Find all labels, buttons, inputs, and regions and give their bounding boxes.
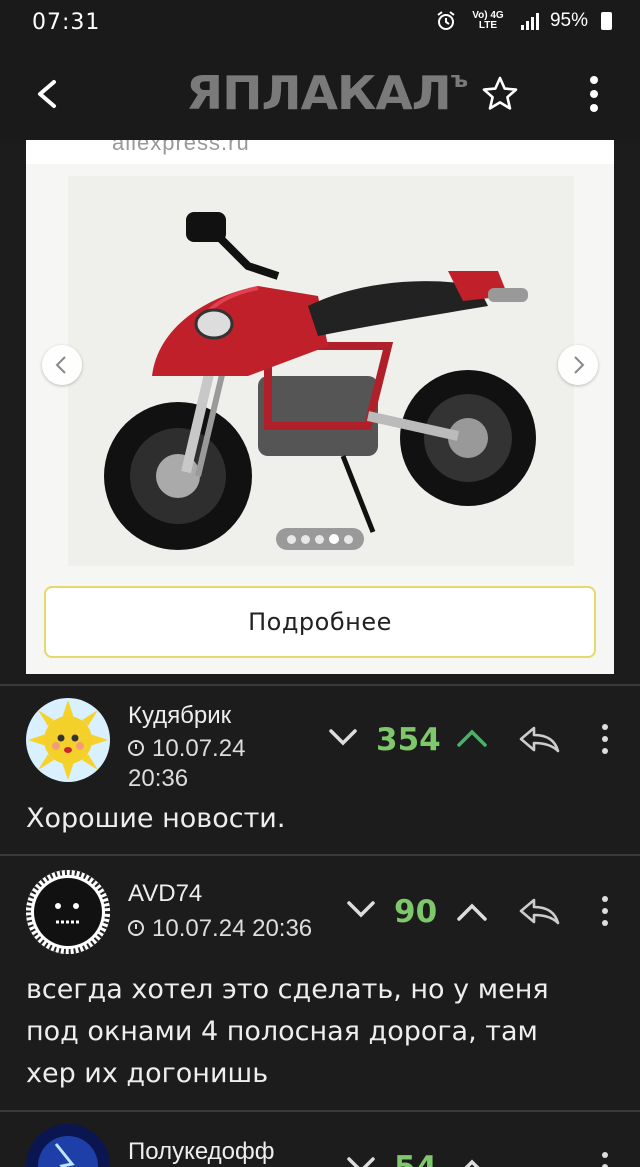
- chevron-left-icon: [55, 356, 66, 374]
- avatar[interactable]: [26, 698, 110, 782]
- comment-username[interactable]: AVD74: [128, 880, 202, 908]
- chevron-right-icon: [574, 356, 585, 374]
- carousel-dot[interactable]: [344, 534, 353, 544]
- star-icon[interactable]: [480, 74, 520, 114]
- comment-time-text: 20:36: [128, 765, 189, 788]
- back-arrow-icon[interactable]: [30, 74, 66, 114]
- comment-date: 10.07.24 20:36: [128, 734, 268, 788]
- logo-suffix: ъ: [450, 68, 468, 93]
- status-time: 07:31: [32, 10, 101, 35]
- comment-item: Полукедофф 54: [0, 1112, 640, 1167]
- comment-score: 354: [376, 722, 441, 758]
- site-logo[interactable]: ЯПЛАКАЛъ: [186, 66, 468, 120]
- comment-score: 54: [394, 1150, 437, 1167]
- reply-icon[interactable]: [518, 896, 562, 926]
- product-image[interactable]: [68, 176, 574, 566]
- avatar[interactable]: [26, 870, 110, 954]
- ad-card: aliexpress.ru Подробнее: [26, 140, 614, 674]
- carousel-dot-active[interactable]: [329, 534, 339, 544]
- more-details-button[interactable]: Подробнее: [44, 586, 596, 658]
- sun-avatar-image: [26, 698, 110, 782]
- black-fuzz-avatar-image: [26, 870, 110, 954]
- chevron-up-icon[interactable]: [456, 726, 488, 750]
- comment-item: AVD74 10.07.24 20:36 90 всегда хотел это…: [0, 856, 640, 1110]
- comment-text: Хорошие новости.: [26, 803, 286, 834]
- more-vert-icon[interactable]: [598, 1150, 612, 1167]
- signal-icon: [520, 13, 539, 30]
- battery-percent: 95%: [549, 10, 588, 31]
- network-indicator: Vo) 4G LTE: [472, 10, 504, 31]
- app-bar: ЯПЛАКАЛъ: [0, 46, 640, 140]
- comment-score: 90: [394, 894, 438, 930]
- comment-item: Кудябрик 10.07.24 20:36 354 Хорошие ново…: [0, 686, 640, 854]
- comment-date: 10.07.24 20:36: [128, 914, 348, 944]
- status-icons: Vo) 4G LTE 95%: [436, 10, 612, 32]
- comment-text: всегда хотел это сделать, но у меня под …: [26, 974, 549, 1089]
- logo-text: ЯПЛАКАЛ: [186, 66, 452, 120]
- ad-source: aliexpress.ru: [112, 140, 250, 155]
- chevron-down-icon[interactable]: [346, 1154, 376, 1167]
- comment-username[interactable]: Полукедофф: [128, 1138, 275, 1166]
- avatar[interactable]: [26, 1124, 110, 1167]
- clock-icon: [128, 920, 144, 936]
- motorcycle-image: [68, 176, 574, 566]
- comment-date-text: 10.07.24: [152, 735, 246, 762]
- status-bar: 07:31 Vo) 4G LTE 95%: [0, 0, 640, 46]
- carousel-dot[interactable]: [287, 534, 296, 544]
- battery-icon: [601, 12, 612, 30]
- ad-header: aliexpress.ru: [26, 140, 614, 164]
- chevron-up-icon[interactable]: [456, 1156, 488, 1167]
- more-vert-icon[interactable]: [598, 894, 612, 928]
- reply-icon[interactable]: [518, 724, 562, 754]
- more-vert-icon[interactable]: [598, 722, 612, 756]
- lightning-avatar-image: [26, 1124, 110, 1167]
- comment-date-text: 10.07.24 20:36: [152, 915, 313, 942]
- chevron-down-icon[interactable]: [346, 898, 376, 922]
- chevron-up-icon[interactable]: [456, 900, 488, 924]
- carousel-next-button[interactable]: [558, 345, 598, 385]
- clock-icon: [128, 740, 144, 756]
- carousel-dot[interactable]: [301, 534, 310, 544]
- carousel-prev-button[interactable]: [42, 345, 82, 385]
- more-vert-icon[interactable]: [582, 72, 606, 116]
- comment-username[interactable]: Кудябрик: [128, 702, 231, 730]
- carousel-dot[interactable]: [315, 534, 324, 544]
- alarm-icon: [437, 11, 455, 30]
- carousel-indicator: [276, 528, 364, 550]
- chevron-down-icon[interactable]: [328, 726, 358, 750]
